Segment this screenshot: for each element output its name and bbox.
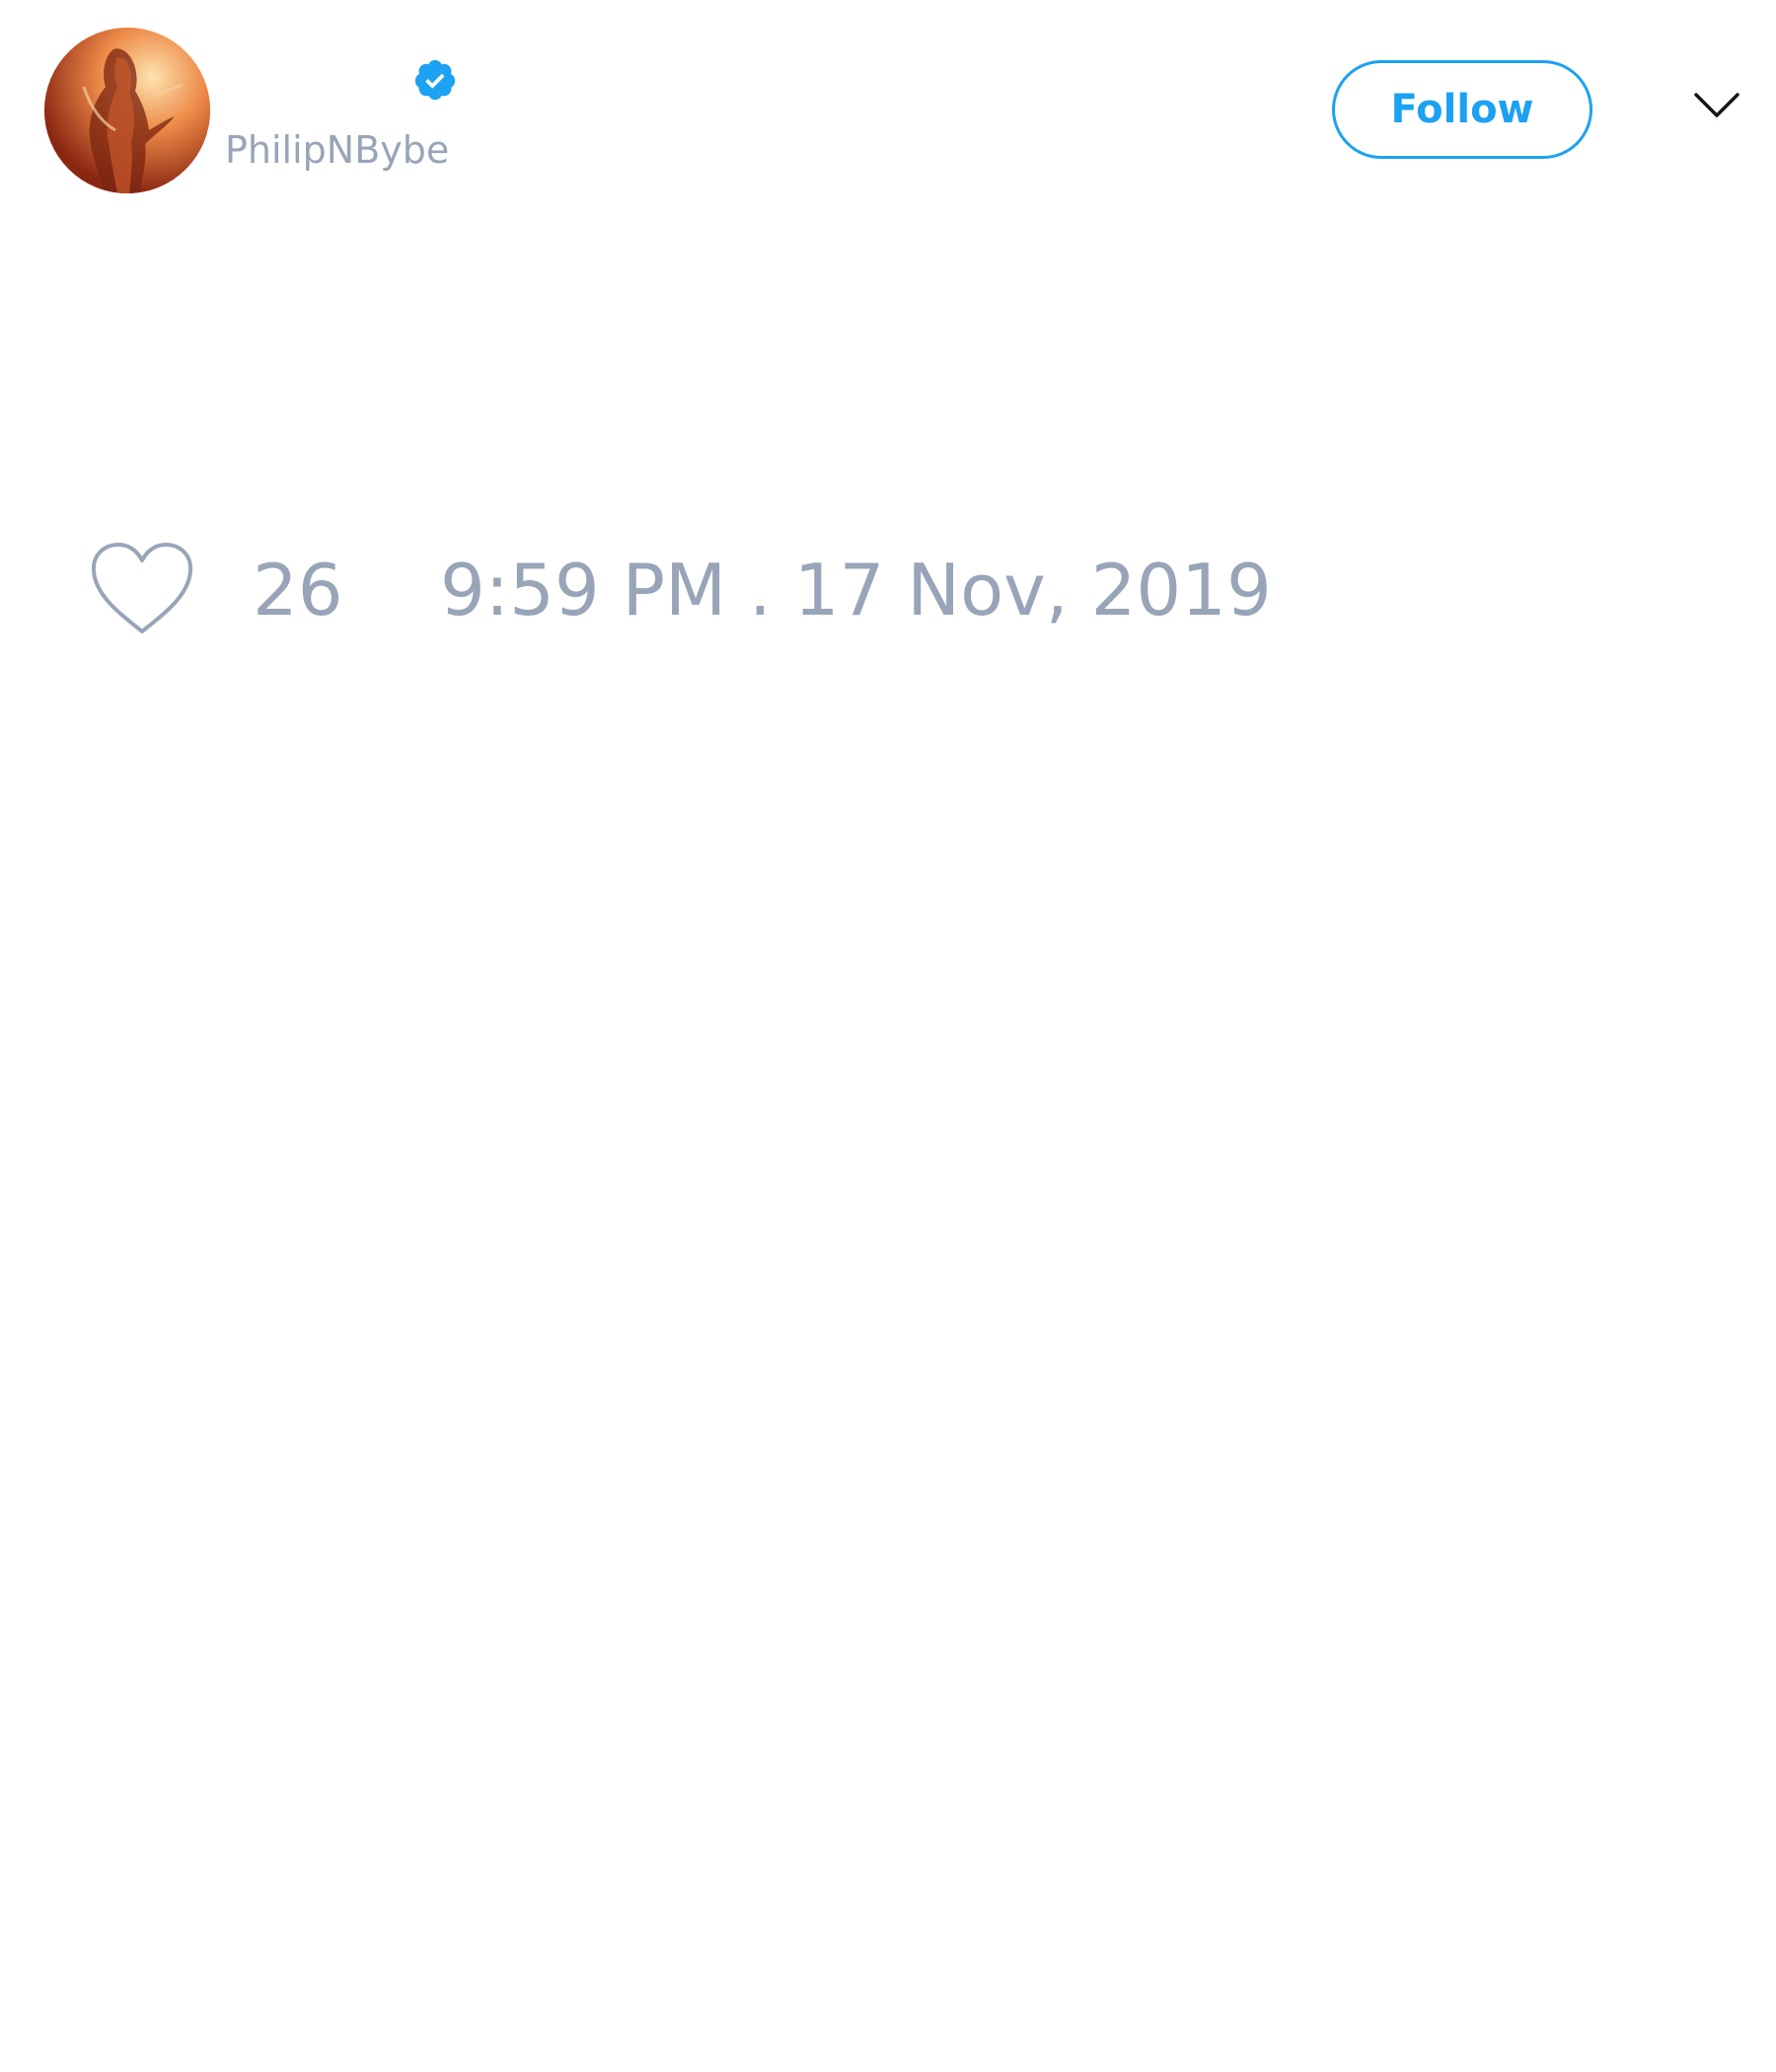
tweet-card: PhilipNBybe Follow 26 9:59 PM . 17 Nov, … — [0, 0, 1776, 2072]
tweet-timestamp[interactable]: 9:59 PM . 17 Nov, 2019 — [440, 551, 1272, 629]
follow-button[interactable]: Follow — [1332, 60, 1592, 159]
author-handle[interactable]: PhilipNBybe — [225, 126, 449, 174]
avatar[interactable] — [44, 28, 210, 193]
verified-badge-icon — [414, 59, 456, 101]
avatar-image — [44, 28, 210, 193]
chevron-down-icon[interactable] — [1693, 91, 1740, 120]
like-count: 26 — [253, 549, 343, 631]
heart-outline-icon[interactable] — [89, 541, 195, 637]
